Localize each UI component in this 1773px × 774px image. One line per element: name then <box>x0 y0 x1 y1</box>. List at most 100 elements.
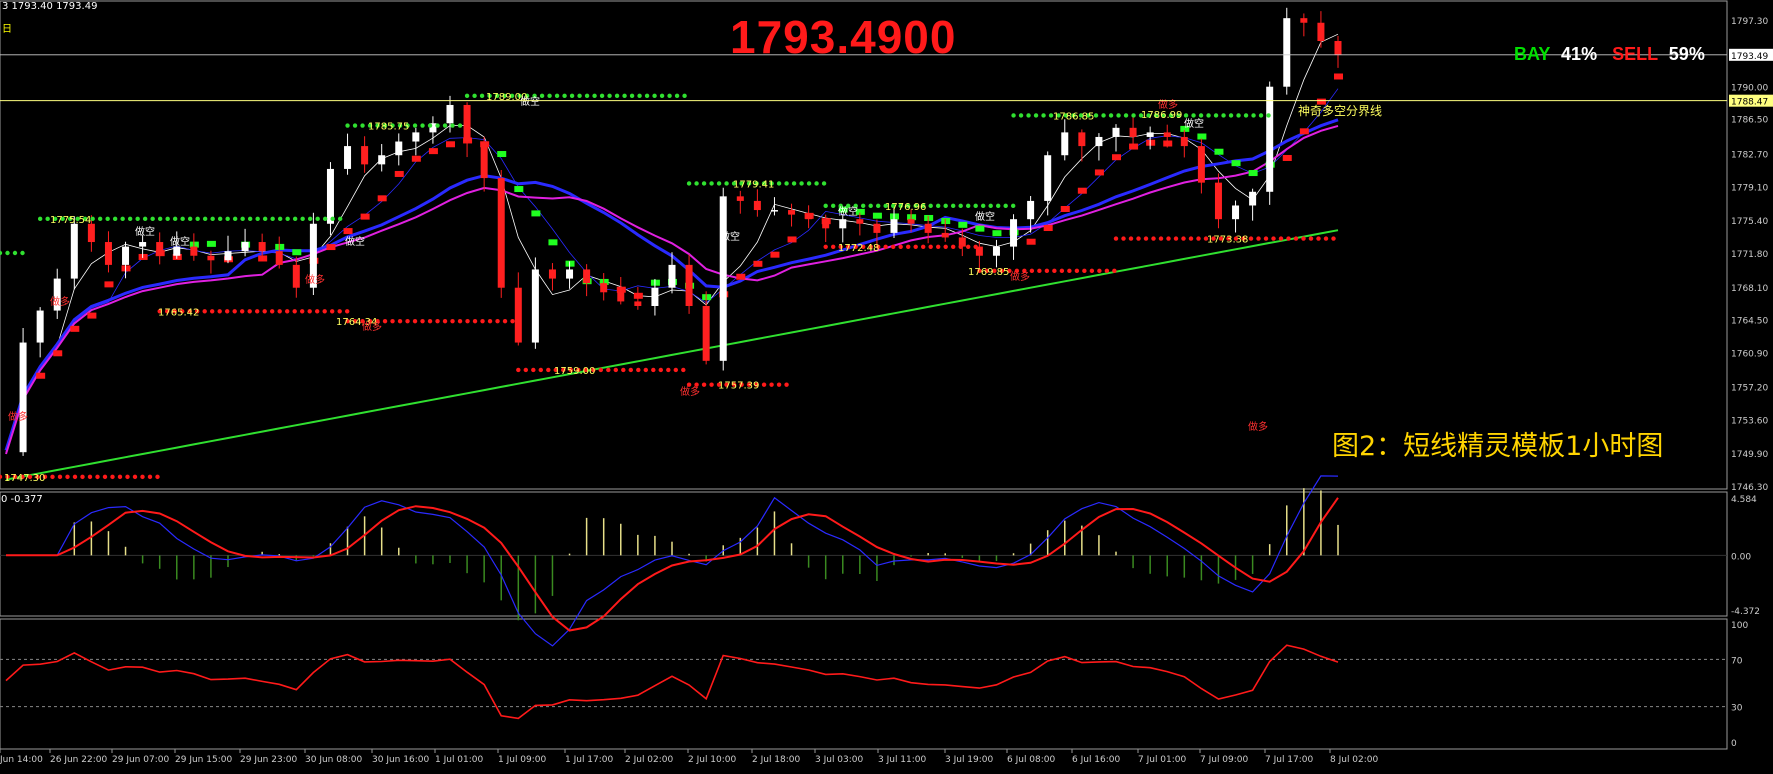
level-dot <box>322 216 328 222</box>
level-dot <box>658 367 664 373</box>
level-dot <box>1236 113 1241 118</box>
level-dot <box>1286 236 1291 241</box>
level-dot <box>1121 236 1126 241</box>
level-dot <box>776 181 782 186</box>
candle-body <box>104 242 112 265</box>
level-dot <box>217 216 223 222</box>
level-dot <box>232 216 238 222</box>
candle-body <box>241 242 249 252</box>
level-dot <box>823 244 828 249</box>
candle-body <box>1197 146 1205 183</box>
trend-step <box>1026 238 1036 245</box>
level-dot <box>1010 203 1016 209</box>
level-dot <box>584 93 590 99</box>
level-dot <box>1173 236 1179 241</box>
level-dot <box>686 181 692 186</box>
level-dot <box>659 93 665 99</box>
level-dot <box>674 93 680 99</box>
level-dot <box>598 367 604 373</box>
level-dot <box>592 93 597 99</box>
price-tick-label: 1775.40 <box>1731 217 1768 227</box>
candle-body <box>1180 136 1188 147</box>
trend-step <box>53 350 63 357</box>
candle-body <box>1317 22 1325 42</box>
level-dot <box>547 93 552 99</box>
price-tag-label: 1788.47 <box>1731 98 1768 108</box>
candle-body <box>395 141 403 156</box>
time-label: 29 Jun 23:00 <box>240 755 297 765</box>
candle-body <box>566 269 574 279</box>
sentiment-panel: BAY 41% SELL 59% <box>1514 44 1705 65</box>
level-dot <box>127 216 133 222</box>
level-dot <box>1093 113 1099 118</box>
level-dot <box>562 93 567 99</box>
level-dot <box>72 474 78 480</box>
level-dot <box>147 474 153 480</box>
level-dot <box>187 216 193 222</box>
level-dot <box>883 244 888 249</box>
candle-body <box>583 269 591 284</box>
level-dot <box>157 216 163 222</box>
level-dot <box>37 216 43 222</box>
level-dot <box>337 309 342 314</box>
level-dot <box>1041 113 1046 118</box>
candle-body <box>207 255 215 261</box>
level-dot <box>995 203 1001 209</box>
level-dot <box>830 244 836 249</box>
level-dot <box>666 367 671 373</box>
level-dot <box>80 474 85 480</box>
level-label: 1773.38 <box>1207 235 1248 246</box>
level-dot <box>943 203 948 209</box>
signal-label: 做空 <box>170 235 190 248</box>
trend-step <box>394 170 404 177</box>
time-label: 1 Jul 01:00 <box>435 755 484 765</box>
candle-body <box>1266 86 1274 192</box>
price-tick-label: 1764.50 <box>1731 317 1768 327</box>
level-dot <box>1011 113 1016 118</box>
level-dot <box>427 318 433 324</box>
candle-body <box>139 242 147 247</box>
level-dot <box>345 123 350 128</box>
level-label: 1775.54 <box>50 215 91 226</box>
trend-step <box>1299 128 1309 135</box>
level-dot <box>442 318 448 324</box>
signal-label: 做空 <box>135 225 155 238</box>
time-label: 29 Jun 15:00 <box>175 755 232 765</box>
candle-body <box>361 146 369 165</box>
trend-step <box>446 141 455 148</box>
level-dot <box>277 309 282 314</box>
trend-step <box>292 249 302 256</box>
level-dot <box>1188 236 1194 241</box>
level-dot <box>539 93 545 99</box>
trend-step <box>787 236 797 243</box>
level-dot <box>1097 268 1102 274</box>
level-dot <box>1003 203 1008 209</box>
level-dot <box>1104 268 1110 274</box>
candle-body <box>1163 132 1171 137</box>
price-tick-label: 1790.00 <box>1731 84 1768 94</box>
level-dot <box>830 203 836 209</box>
level-dot <box>814 181 819 186</box>
level-dot <box>180 216 185 222</box>
current-price-display: 1793.4900 <box>730 11 957 63</box>
trend-step <box>548 239 558 246</box>
level-dot <box>1301 236 1306 241</box>
price-tick-label: 1746.30 <box>1731 483 1768 493</box>
level-dot <box>1316 236 1321 241</box>
level-dot <box>950 244 956 249</box>
level-dot <box>1191 113 1196 118</box>
candle-body <box>87 223 95 243</box>
level-dot <box>673 367 679 373</box>
level-dot <box>776 382 782 387</box>
level-dot <box>502 318 508 324</box>
level-dot <box>1151 236 1156 241</box>
level-dot <box>155 474 160 480</box>
trend-step <box>992 230 1002 237</box>
level-dot <box>329 309 335 314</box>
macd-tick-label: -4.372 <box>1731 607 1760 617</box>
level-dot <box>905 244 911 249</box>
level-dot <box>1263 236 1269 241</box>
level-dot <box>292 216 298 222</box>
candle-body <box>275 251 283 265</box>
sell-percent: 59% <box>1668 44 1705 64</box>
